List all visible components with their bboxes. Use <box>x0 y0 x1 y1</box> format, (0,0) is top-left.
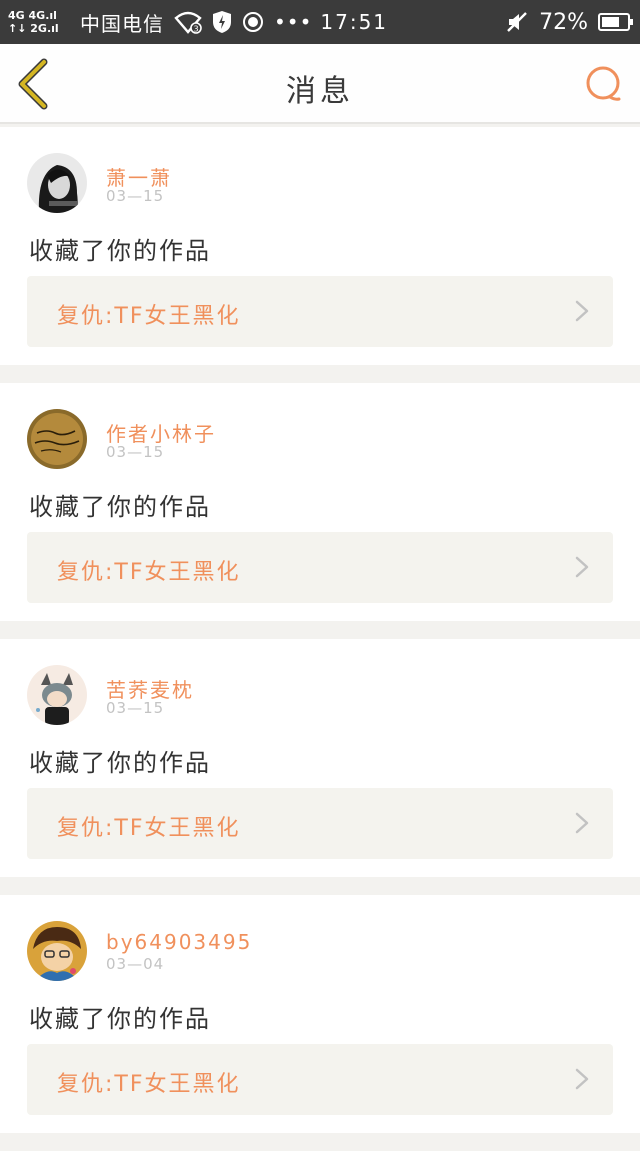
record-icon <box>242 11 264 33</box>
work-link[interactable]: 复仇:TF女王黑化 <box>27 532 613 603</box>
username[interactable]: by64903495 <box>106 930 252 954</box>
message-card: 作者小林子 03—15 收藏了你的作品 复仇:TF女王黑化 <box>0 383 640 621</box>
carrier-name: 中国电信 <box>80 11 164 36</box>
message-card: 萧一萧 03—15 收藏了你的作品 复仇:TF女王黑化 <box>0 127 640 365</box>
message-card: 苦荞麦枕 03—15 收藏了你的作品 复仇:TF女王黑化 <box>0 639 640 877</box>
search-icon <box>586 66 621 101</box>
app-header: 消息 <box>0 44 640 124</box>
battery-percent: 72% <box>539 9 588 35</box>
work-title: 复仇:TF女王黑化 <box>57 816 241 841</box>
svg-text:3: 3 <box>193 25 198 34</box>
work-title: 复仇:TF女王黑化 <box>57 560 241 585</box>
wifi-badge-icon: 3 <box>174 9 202 35</box>
work-link[interactable]: 复仇:TF女王黑化 <box>27 788 613 859</box>
message-date: 03—15 <box>106 699 165 717</box>
battery-level <box>602 17 620 27</box>
chevron-right-icon <box>575 1068 589 1090</box>
status-bar: 4G 4G.ıl ↑↓ 2G.ıl 中国电信 3 ••• 17:51 72% <box>0 0 640 44</box>
work-link[interactable]: 复仇:TF女王黑化 <box>27 276 613 347</box>
mute-icon <box>505 10 529 34</box>
avatar[interactable] <box>27 665 87 725</box>
message-card: by64903495 03—04 收藏了你的作品 复仇:TF女王黑化 <box>0 895 640 1133</box>
shield-icon <box>212 10 232 34</box>
avatar[interactable] <box>27 409 87 469</box>
message-text: 收藏了你的作品 <box>29 749 211 777</box>
work-title: 复仇:TF女王黑化 <box>57 1072 241 1097</box>
more-notifications: ••• <box>274 10 313 34</box>
chevron-right-icon <box>575 556 589 578</box>
chevron-right-icon <box>575 812 589 834</box>
clock: 17:51 <box>320 10 389 34</box>
network-line-1: 4G 4G.ıl <box>8 9 57 22</box>
network-indicator: 4G 4G.ıl ↑↓ 2G.ıl <box>8 4 72 40</box>
network-line-2: ↑↓ 2G.ıl <box>8 22 59 35</box>
chevron-right-icon <box>575 300 589 322</box>
message-text: 收藏了你的作品 <box>29 237 211 265</box>
search-button[interactable] <box>584 64 624 104</box>
message-date: 03—15 <box>106 443 165 461</box>
page-title: 消息 <box>286 74 354 109</box>
message-date: 03—15 <box>106 187 165 205</box>
message-text: 收藏了你的作品 <box>29 1005 211 1033</box>
message-list: 萧一萧 03—15 收藏了你的作品 复仇:TF女王黑化 作者小林子 03—15 … <box>0 127 640 1151</box>
avatar[interactable] <box>27 153 87 213</box>
work-link[interactable]: 复仇:TF女王黑化 <box>27 1044 613 1115</box>
message-date: 03—04 <box>106 955 165 973</box>
battery-icon <box>598 13 633 31</box>
work-title: 复仇:TF女王黑化 <box>57 304 241 329</box>
message-text: 收藏了你的作品 <box>29 493 211 521</box>
avatar[interactable] <box>27 921 87 981</box>
